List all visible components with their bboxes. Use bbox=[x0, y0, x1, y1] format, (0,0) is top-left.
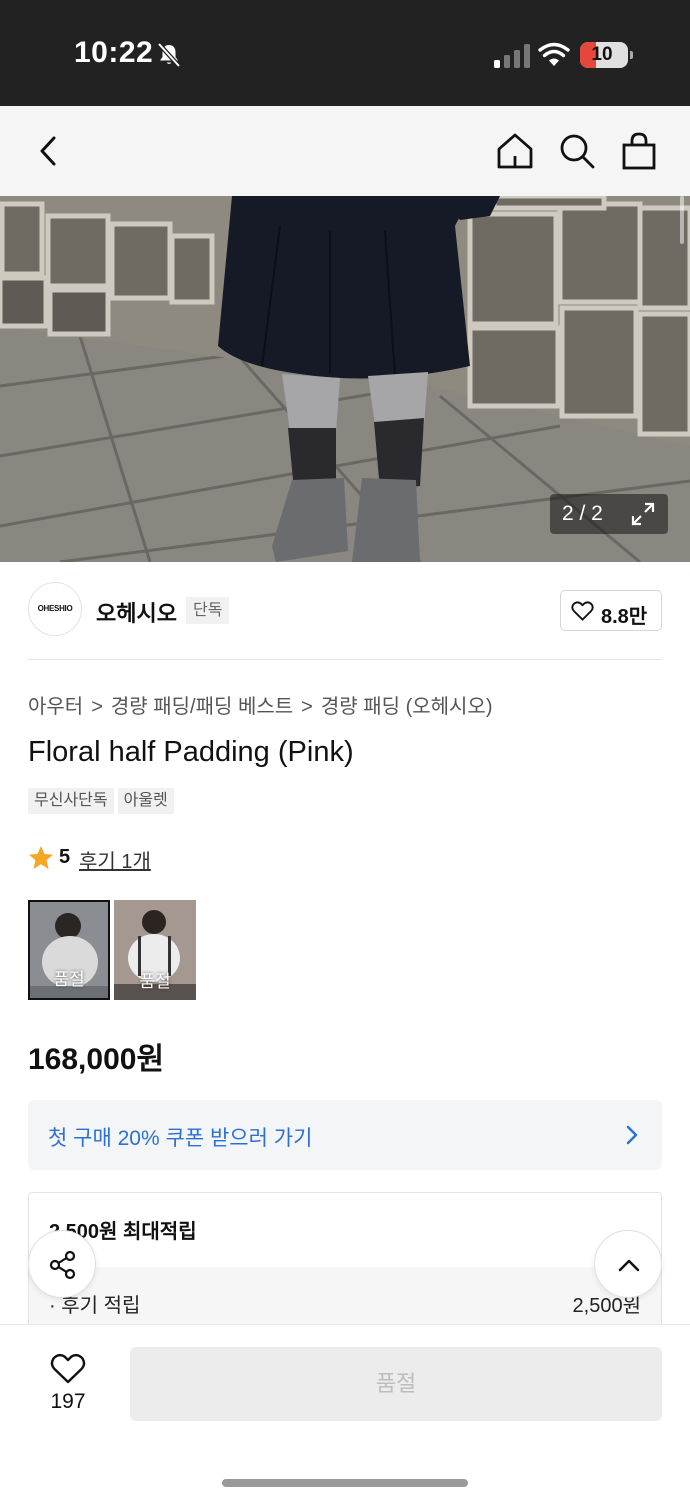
breadcrumb-item[interactable]: 경량 패딩 (오헤시오) bbox=[321, 696, 493, 718]
brand-exclusive-badge: 단독 bbox=[186, 597, 230, 624]
rating-score: 5 bbox=[59, 846, 71, 868]
sold-out-button[interactable]: 품절 bbox=[130, 1347, 662, 1421]
coupon-text: 첫 구매 20% 쿠폰 받으러 가기 bbox=[48, 1127, 313, 1150]
home-icon[interactable] bbox=[494, 130, 536, 172]
wish-count: 197 bbox=[50, 1390, 86, 1413]
photo-counter[interactable]: 2 / 2 bbox=[550, 494, 668, 534]
tag-exclusive: 무신사단독 bbox=[28, 788, 114, 814]
search-icon[interactable] bbox=[556, 130, 598, 172]
share-button[interactable] bbox=[28, 1230, 96, 1298]
app-header bbox=[0, 106, 690, 196]
breadcrumb-item[interactable]: 아우터 bbox=[28, 696, 83, 718]
expand-icon[interactable] bbox=[630, 501, 656, 527]
brand-logo[interactable]: OHESHIO bbox=[28, 582, 82, 636]
heart-icon bbox=[571, 601, 594, 621]
divider bbox=[28, 659, 662, 660]
product-title: Floral half Padding (Pink) bbox=[28, 736, 354, 768]
cellular-signal-icon bbox=[494, 44, 530, 68]
bottom-action-bar: 197 품절 bbox=[0, 1324, 690, 1500]
chevron-right-icon: > bbox=[301, 696, 313, 718]
scroll-top-button[interactable] bbox=[594, 1230, 662, 1298]
photo-counter-text: 2 / 2 bbox=[562, 502, 603, 525]
product-price: 168,000원 bbox=[28, 1043, 165, 1076]
bell-slash-icon bbox=[157, 42, 181, 68]
wifi-icon bbox=[538, 42, 570, 66]
review-link[interactable]: 후기 1개 bbox=[79, 845, 151, 874]
chevron-up-icon bbox=[618, 1259, 640, 1272]
sold-out-label: 품절 bbox=[53, 970, 85, 989]
chevron-right-icon: > bbox=[91, 696, 103, 718]
chevron-right-icon bbox=[626, 1125, 638, 1145]
tag-outlet: 아울렛 bbox=[117, 788, 174, 814]
back-icon[interactable] bbox=[28, 130, 70, 172]
brand-like-button[interactable]: 8.8만 bbox=[560, 590, 662, 631]
status-bar: 10:22 10 bbox=[0, 0, 690, 106]
sold-out-label: 품절 bbox=[139, 972, 171, 991]
status-time: 10:22 bbox=[74, 36, 154, 69]
brand-like-count: 8.8만 bbox=[601, 606, 648, 628]
battery-icon: 10 bbox=[580, 42, 633, 68]
breadcrumb: 아우터 > 경량 패딩/패딩 베스트 > 경량 패딩 (오헤시오) bbox=[28, 690, 493, 719]
product-tags: 무신사단독 아울렛 bbox=[28, 788, 178, 814]
scroll-indicator bbox=[680, 196, 684, 244]
points-row: · 후기 적립 2,500원 bbox=[29, 1267, 661, 1331]
share-icon bbox=[49, 1250, 76, 1280]
color-option-thumbnail[interactable]: 품절 bbox=[28, 900, 110, 1000]
breadcrumb-item[interactable]: 경량 패딩/패딩 베스트 bbox=[111, 696, 293, 718]
brand-name[interactable]: 오헤시오 bbox=[96, 596, 177, 628]
shopping-bag-icon[interactable] bbox=[618, 130, 660, 172]
heart-icon[interactable] bbox=[50, 1353, 86, 1385]
star-icon bbox=[29, 846, 53, 869]
battery-level: 10 bbox=[591, 44, 613, 65]
color-option-thumbnail[interactable]: 품절 bbox=[114, 900, 196, 1000]
home-indicator bbox=[222, 1479, 468, 1487]
coupon-banner[interactable]: 첫 구매 20% 쿠폰 받으러 가기 bbox=[28, 1100, 662, 1170]
points-box: 2,500원 최대적립 · 후기 적립 2,500원 bbox=[28, 1192, 662, 1332]
